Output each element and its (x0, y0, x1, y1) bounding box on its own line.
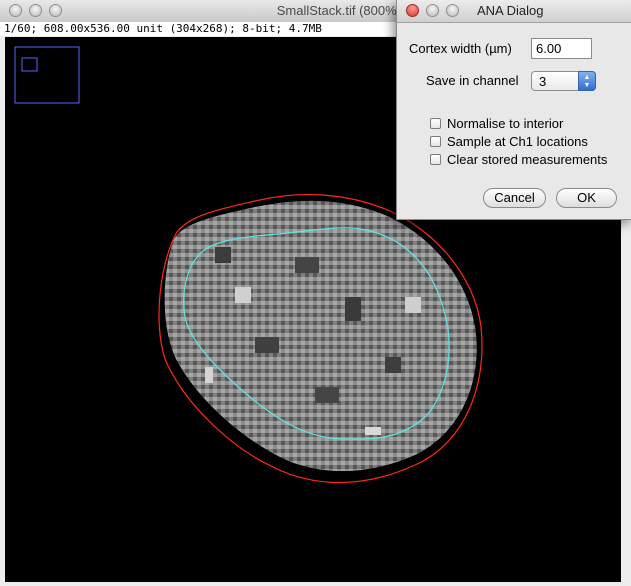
resize-grip-icon[interactable] (619, 574, 631, 586)
image-window-title: SmallStack.tif (800%) (276, 3, 401, 18)
cancel-button[interactable]: Cancel (483, 188, 546, 208)
checkbox-icon[interactable] (430, 136, 441, 147)
dialog-titlebar[interactable]: ANA Dialog (397, 0, 631, 23)
minimize-dialog-icon[interactable] (426, 4, 439, 17)
close-dialog-icon[interactable] (406, 4, 419, 17)
select-arrows-icon: ▲ ▼ (578, 71, 596, 91)
checkbox-label: Clear stored measurements (447, 152, 608, 167)
dialog-title: ANA Dialog (477, 3, 544, 18)
ok-button[interactable]: OK (556, 188, 617, 208)
save-channel-label: Save in channel (426, 73, 519, 88)
checkbox-icon[interactable] (430, 118, 441, 129)
zoom-dialog-icon[interactable] (446, 4, 459, 17)
checkbox-label: Normalise to interior (447, 116, 564, 131)
save-channel-value: 3 (539, 74, 547, 89)
save-channel-select[interactable]: 3 ▲ ▼ (531, 71, 596, 91)
checkbox-label: Sample at Ch1 locations (447, 134, 588, 149)
cortex-width-label: Cortex width (µm) (409, 41, 512, 56)
cortex-width-input[interactable] (531, 38, 592, 59)
ana-dialog: ANA Dialog Cortex width (µm) Save in cha… (396, 0, 631, 220)
checkbox-icon[interactable] (430, 154, 441, 165)
